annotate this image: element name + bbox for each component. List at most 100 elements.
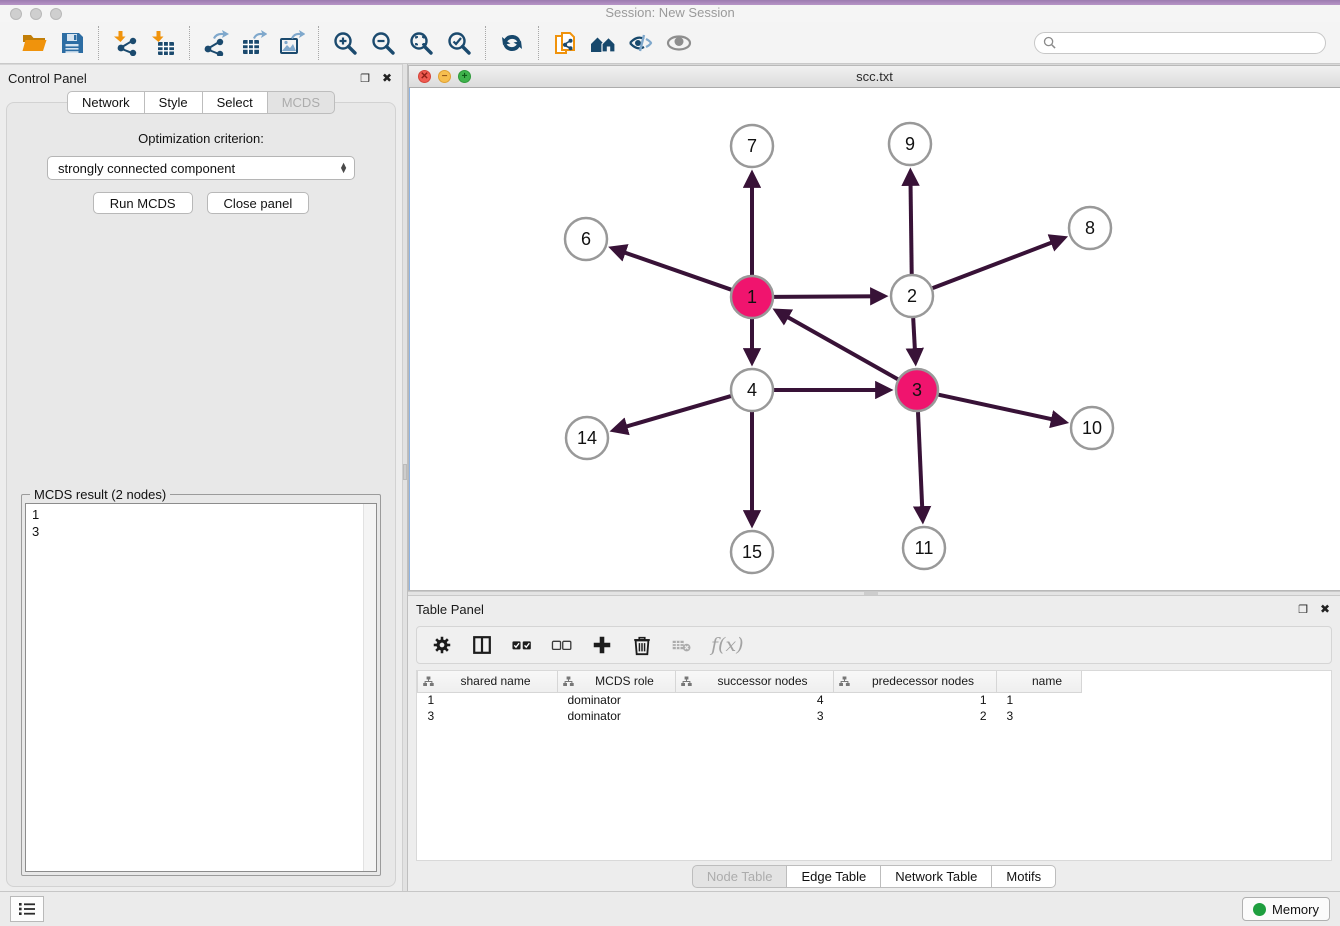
column-header-shared-name[interactable]: shared name xyxy=(418,671,558,692)
zoom-out-icon xyxy=(370,30,396,56)
close-panel-icon[interactable]: ✖ xyxy=(380,71,394,85)
memory-status-icon xyxy=(1253,903,1266,916)
maximize-network-button[interactable]: + xyxy=(458,70,471,83)
tab-network-table[interactable]: Network Table xyxy=(881,865,992,888)
minimize-network-button[interactable]: − xyxy=(438,70,451,83)
zoom-out-button[interactable] xyxy=(367,27,399,59)
splitter-grip[interactable] xyxy=(864,592,878,595)
search-input[interactable] xyxy=(1061,36,1317,50)
tab-mcds[interactable]: MCDS xyxy=(268,91,335,114)
graph-node-15[interactable]: 15 xyxy=(731,531,773,573)
export-table-button[interactable] xyxy=(238,27,270,59)
export-image-button[interactable] xyxy=(276,27,308,59)
delete-table-icon xyxy=(671,634,693,656)
column-header-name[interactable]: name xyxy=(997,671,1082,692)
delete-columns-button[interactable] xyxy=(631,632,653,658)
graph-edge-4-14[interactable] xyxy=(615,396,731,430)
duplicate-network-button[interactable] xyxy=(549,27,581,59)
network-canvas[interactable]: 7 9 6 8 1 2 4 3 14 10 15 11 xyxy=(409,88,1340,590)
graph-edge-1-6[interactable] xyxy=(613,249,731,290)
graph-node-3[interactable]: 3 xyxy=(896,369,938,411)
eye-icon xyxy=(666,30,692,56)
graph-node-10[interactable]: 10 xyxy=(1071,407,1113,449)
column-header-successor-nodes[interactable]: successor nodes xyxy=(676,671,834,692)
import-table-button[interactable] xyxy=(147,27,179,59)
refresh-view-button[interactable] xyxy=(496,27,528,59)
table-row[interactable]: 3dominator323 xyxy=(418,708,1082,724)
float-panel-icon[interactable]: ❐ xyxy=(1296,603,1310,616)
delete-table-button[interactable] xyxy=(671,632,693,658)
first-neighbors-button[interactable] xyxy=(587,27,619,59)
svg-text:11: 11 xyxy=(915,538,934,558)
zoom-in-button[interactable] xyxy=(329,27,361,59)
zoom-fit-button[interactable] xyxy=(405,27,437,59)
select-stepper-icon: ▲▼ xyxy=(339,163,348,173)
application-window: Session: New Session xyxy=(0,0,1340,926)
graph-edge-1-2[interactable] xyxy=(774,296,883,297)
table-options-button[interactable] xyxy=(431,632,453,658)
tab-node-table[interactable]: Node Table xyxy=(692,865,788,888)
hide-graphics-details-button[interactable] xyxy=(663,27,695,59)
close-panel-button[interactable]: Close panel xyxy=(207,192,310,214)
graph-node-2[interactable]: 2 xyxy=(891,275,933,317)
import-network-icon xyxy=(112,30,138,56)
close-panel-icon[interactable]: ✖ xyxy=(1318,602,1332,616)
import-network-button[interactable] xyxy=(109,27,141,59)
table-row[interactable]: 1dominator411 xyxy=(418,692,1082,708)
window-titlebar: Session: New Session xyxy=(0,5,1340,22)
tab-select[interactable]: Select xyxy=(203,91,268,114)
graph-node-9[interactable]: 9 xyxy=(889,123,931,165)
graph-edge-3-11[interactable] xyxy=(918,412,923,519)
graph-node-1[interactable]: 1 xyxy=(731,276,773,318)
close-network-button[interactable]: ✕ xyxy=(418,70,431,83)
result-scrollbar[interactable] xyxy=(363,504,376,871)
graph-node-7[interactable]: 7 xyxy=(731,125,773,167)
graph-edge-3-1[interactable] xyxy=(777,311,898,379)
select-all-button[interactable] xyxy=(511,632,533,658)
search-field[interactable] xyxy=(1034,32,1326,54)
run-mcds-button[interactable]: Run MCDS xyxy=(93,192,193,214)
task-history-button[interactable] xyxy=(10,896,44,922)
node-table-grid[interactable]: shared nameMCDS rolesuccessor nodesprede… xyxy=(417,671,1082,724)
attribute-type-icon xyxy=(563,676,574,687)
export-table-icon xyxy=(241,30,267,56)
main-area: Control Panel ❐ ✖ NetworkStyleSelectMCDS… xyxy=(0,64,1340,891)
svg-text:4: 4 xyxy=(747,380,757,400)
graph-edge-2-9[interactable] xyxy=(910,173,911,274)
export-network-button[interactable] xyxy=(200,27,232,59)
tab-edge-table[interactable]: Edge Table xyxy=(787,865,881,888)
add-column-button[interactable] xyxy=(591,632,613,658)
memory-label: Memory xyxy=(1272,902,1319,917)
save-disk-icon xyxy=(59,30,85,56)
tab-motifs[interactable]: Motifs xyxy=(992,865,1056,888)
graph-node-6[interactable]: 6 xyxy=(565,218,607,260)
vertical-splitter[interactable] xyxy=(402,64,408,891)
column-header-MCDS-role[interactable]: MCDS role xyxy=(558,671,676,692)
node-table: shared nameMCDS rolesuccessor nodesprede… xyxy=(416,670,1332,861)
show-graphics-details-button[interactable] xyxy=(625,27,657,59)
graph-edge-3-10[interactable] xyxy=(939,395,1064,422)
memory-button[interactable]: Memory xyxy=(1242,897,1330,921)
graph-node-8[interactable]: 8 xyxy=(1069,207,1111,249)
deselect-all-button[interactable] xyxy=(551,632,573,658)
tab-network[interactable]: Network xyxy=(67,91,145,114)
graph-node-14[interactable]: 14 xyxy=(566,417,608,459)
optimization-criterion-select[interactable]: strongly connected component ▲▼ xyxy=(47,156,355,180)
horizontal-splitter[interactable] xyxy=(408,591,1340,596)
function-builder-button[interactable]: f(x) xyxy=(711,632,744,658)
graph-node-4[interactable]: 4 xyxy=(731,369,773,411)
graph-node-11[interactable]: 11 xyxy=(903,527,945,569)
float-panel-icon[interactable]: ❐ xyxy=(358,72,372,85)
gear-icon xyxy=(431,634,453,656)
tab-style[interactable]: Style xyxy=(145,91,203,114)
column-header-predecessor-nodes[interactable]: predecessor nodes xyxy=(834,671,997,692)
splitter-grip[interactable] xyxy=(403,464,407,480)
column-visibility-button[interactable] xyxy=(471,632,493,658)
zoom-selected-button[interactable] xyxy=(443,27,475,59)
control-panel: Control Panel ❐ ✖ NetworkStyleSelectMCDS… xyxy=(0,64,402,891)
open-session-button[interactable] xyxy=(18,27,50,59)
graph-edge-2-8[interactable] xyxy=(933,238,1063,288)
save-session-button[interactable] xyxy=(56,27,88,59)
import-table-icon xyxy=(150,30,176,56)
graph-edge-2-3[interactable] xyxy=(913,318,915,361)
